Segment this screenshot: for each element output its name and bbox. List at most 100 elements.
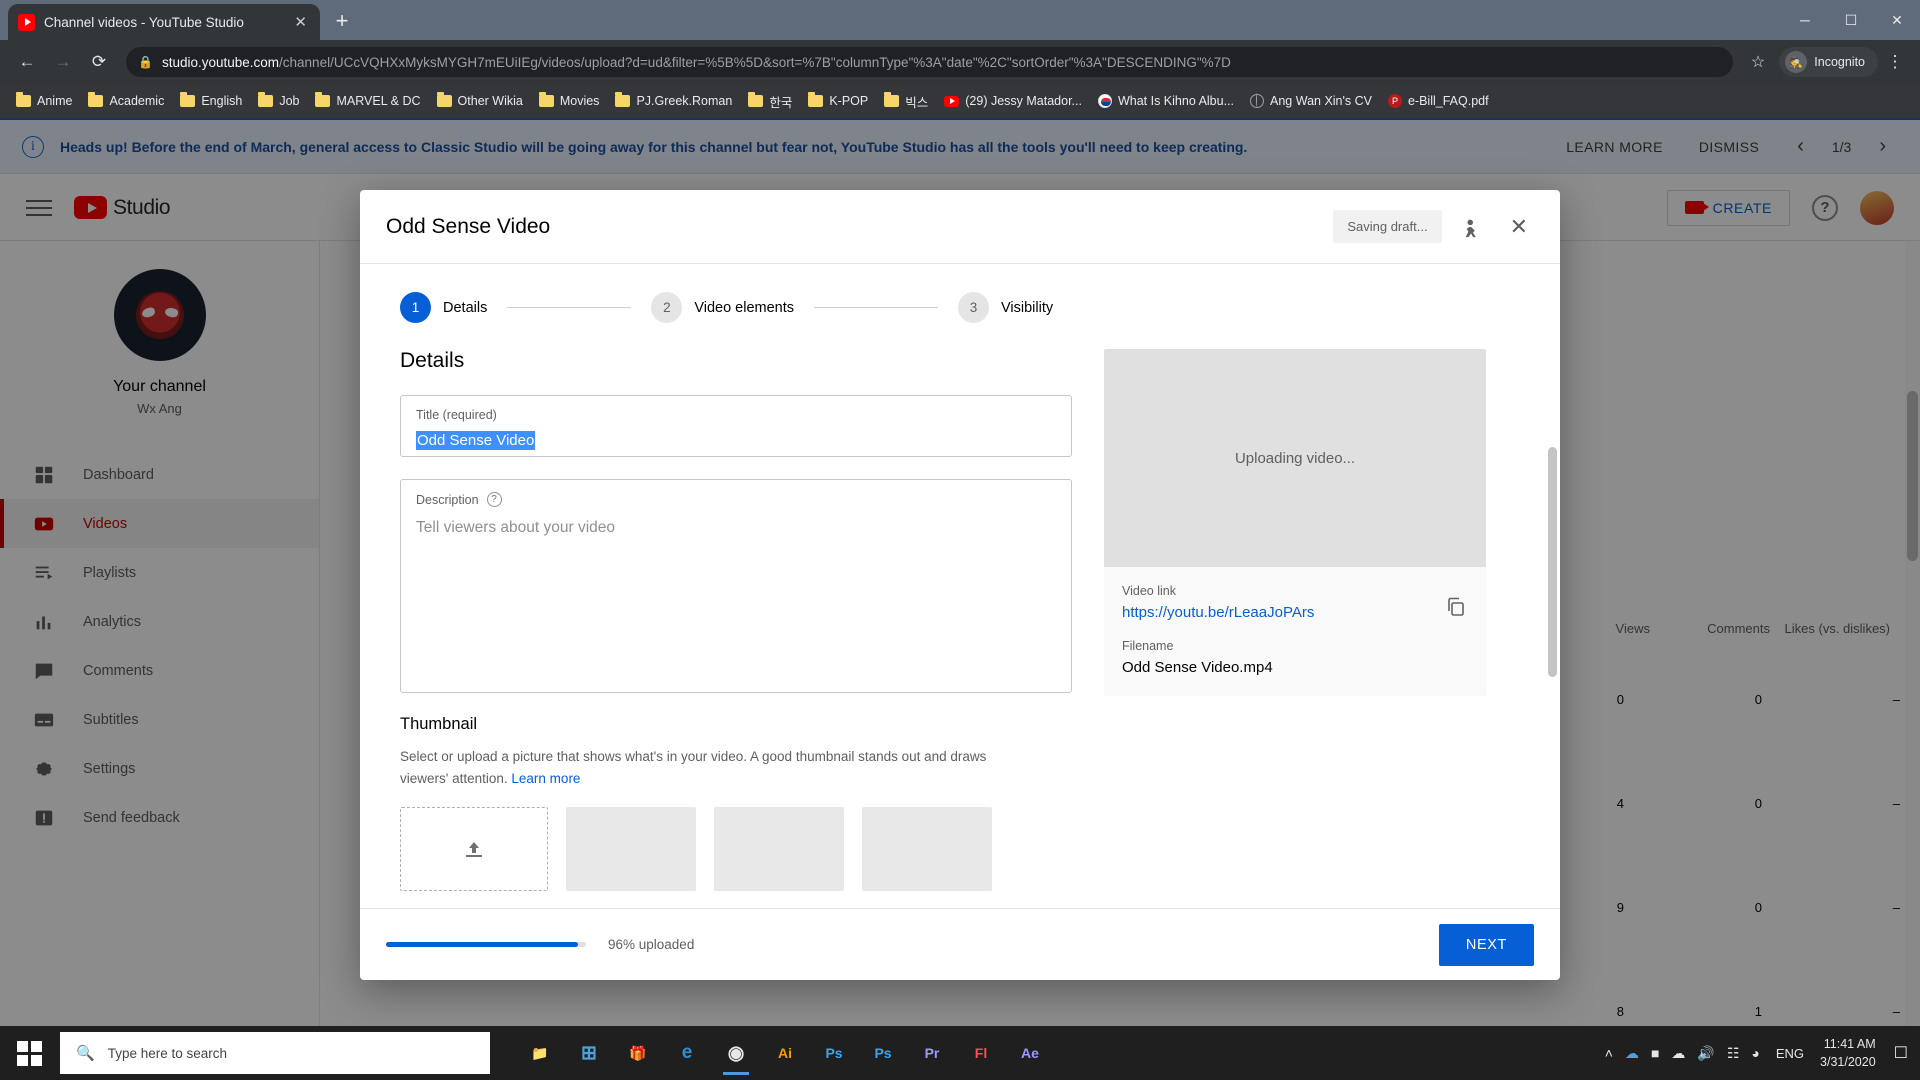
address-bar[interactable]: 🔒 studio.youtube.com/channel/UCcVQHXxMyk… xyxy=(126,47,1733,77)
browser-toolbar: ← → ⟳ 🔒 studio.youtube.com/channel/UCcVQ… xyxy=(0,40,1920,84)
title-input[interactable]: Odd Sense Video xyxy=(416,422,1056,450)
animate-icon[interactable]: Fl xyxy=(959,1030,1003,1076)
browser-menu-icon[interactable]: ⋮ xyxy=(1880,52,1910,72)
dialog-scrollbar-thumb[interactable] xyxy=(1548,447,1557,677)
back-icon[interactable]: ← xyxy=(10,45,44,79)
upload-thumbnail-button[interactable] xyxy=(400,807,548,892)
globe-icon xyxy=(1250,93,1265,108)
wifi-icon[interactable]: ◕ xyxy=(1751,1045,1759,1061)
tab-title: Channel videos - YouTube Studio xyxy=(44,14,244,30)
step-video-elements[interactable]: 2 Video elements xyxy=(651,292,794,323)
progress-label: 96% uploaded xyxy=(608,937,695,952)
thumbnail-learn-more-link[interactable]: Learn more xyxy=(511,771,580,786)
reload-icon[interactable]: ⟳ xyxy=(82,45,116,79)
minimize-icon[interactable]: ─ xyxy=(1782,0,1828,40)
share-person-icon[interactable] xyxy=(1458,212,1488,242)
progress-track xyxy=(386,942,586,947)
title-label: Title (required) xyxy=(416,408,497,422)
onedrive-icon[interactable]: ☁ xyxy=(1625,1045,1639,1062)
thumbnail-suggestion[interactable] xyxy=(862,807,992,892)
browser-tab[interactable]: Channel videos - YouTube Studio ✕ xyxy=(8,4,320,40)
search-placeholder: Type here to search xyxy=(107,1045,228,1061)
close-icon[interactable]: ✕ xyxy=(291,13,310,31)
bookmark-label: What Is Kihno Albu... xyxy=(1117,94,1235,108)
pdf-icon: P xyxy=(1387,94,1402,108)
taskbar-search-input[interactable]: 🔍 Type here to search xyxy=(60,1032,490,1074)
step-connector xyxy=(814,307,939,308)
bookmark-item[interactable]: 빅스 xyxy=(876,88,936,115)
volume-icon[interactable]: 🔊 xyxy=(1697,1045,1714,1062)
video-link[interactable]: https://youtu.be/rLeaaJoPArs xyxy=(1122,604,1468,621)
question-mark-icon[interactable]: ? xyxy=(486,492,502,507)
bookmark-item[interactable]: Anime xyxy=(8,90,80,112)
bookmark-star-icon[interactable]: ☆ xyxy=(1743,52,1773,72)
cloud-icon[interactable]: ☁ xyxy=(1671,1045,1685,1062)
app-glyph: 🎁 xyxy=(629,1044,647,1061)
title-field[interactable]: Title (required) Odd Sense Video xyxy=(400,395,1072,457)
bookmark-item[interactable]: Ang Wan Xin's CV xyxy=(1242,90,1380,112)
next-button[interactable]: NEXT xyxy=(1438,923,1534,966)
screen: Channel videos - YouTube Studio ✕ + ─ ☐ … xyxy=(0,0,1920,1080)
premiere-icon[interactable]: Pr xyxy=(910,1030,954,1076)
bookmark-item[interactable]: Other Wikia xyxy=(429,90,531,112)
bookmark-item[interactable]: 한국 xyxy=(740,88,800,115)
bookmark-label: MARVEL & DC xyxy=(336,94,421,108)
browser-tab-strip: Channel videos - YouTube Studio ✕ + ─ ☐ … xyxy=(0,0,1920,40)
title-value: Odd Sense Video xyxy=(416,431,536,450)
video-preview-card: Uploading video... Video link https://yo… xyxy=(1104,349,1486,696)
illustrator-icon[interactable]: Ai xyxy=(763,1030,807,1076)
bookmark-item[interactable]: Pe-Bill_FAQ.pdf xyxy=(1380,90,1497,112)
description-field[interactable]: Description ? Tell viewers about your vi… xyxy=(400,479,1072,693)
bookmark-item[interactable]: Academic xyxy=(80,90,172,112)
notifications-icon[interactable]: ☐ xyxy=(1888,1043,1908,1063)
edge-icon[interactable]: e xyxy=(665,1030,709,1076)
microsoft-store-icon[interactable]: ⊞ xyxy=(567,1030,611,1076)
thumbnail-suggestion[interactable] xyxy=(566,807,696,892)
chrome-icon[interactable]: ◉ xyxy=(714,1030,758,1076)
after-effects-icon[interactable]: Ae xyxy=(1008,1030,1052,1076)
clock[interactable]: 11:41 AM 3/31/2020 xyxy=(1820,1035,1876,1071)
app-glyph: 📁 xyxy=(531,1044,549,1061)
bookmark-label: Movies xyxy=(559,94,600,108)
close-icon[interactable]: ✕ xyxy=(1504,214,1534,240)
incognito-indicator[interactable]: 🕵 Incognito xyxy=(1779,47,1878,77)
window-close-icon[interactable]: ✕ xyxy=(1874,0,1920,40)
bookmark-item[interactable]: Movies xyxy=(531,90,608,112)
dialog-footer: 96% uploaded NEXT xyxy=(360,908,1560,980)
upload-dialog: Odd Sense Video Saving draft... ✕ 1 Detai… xyxy=(360,190,1560,980)
bookmark-label: Anime xyxy=(37,94,73,108)
new-tab-button[interactable]: + xyxy=(328,8,356,36)
folder-icon xyxy=(88,92,104,107)
bookmark-label: K-POP xyxy=(829,94,869,108)
video-link-label: Video link xyxy=(1122,584,1176,598)
bookmark-item[interactable]: English xyxy=(172,90,250,112)
network-share-icon[interactable]: ☷ xyxy=(1727,1045,1740,1062)
language-indicator[interactable]: ENG xyxy=(1772,1046,1808,1061)
bookmark-item[interactable]: MARVEL & DC xyxy=(307,90,428,112)
copy-icon[interactable] xyxy=(1444,595,1468,624)
file-explorer-icon[interactable]: 📁 xyxy=(518,1030,562,1076)
step-visibility[interactable]: 3 Visibility xyxy=(958,292,1053,323)
step-number: 1 xyxy=(400,292,431,323)
bookmark-item[interactable]: K-POP xyxy=(800,90,876,112)
forward-icon[interactable]: → xyxy=(46,45,80,79)
bookmark-item[interactable]: What Is Kihno Albu... xyxy=(1090,90,1242,112)
filename-label: Filename xyxy=(1122,639,1174,653)
bookmark-item[interactable]: (29) Jessy Matador... xyxy=(936,90,1090,112)
windows-start-icon[interactable] xyxy=(0,1026,58,1080)
gift-icon[interactable]: 🎁 xyxy=(616,1030,660,1076)
description-label: Description ? xyxy=(416,492,1056,507)
app-glyph: Ai xyxy=(778,1045,792,1061)
step-details[interactable]: 1 Details xyxy=(400,292,487,323)
photoshop-icon[interactable]: Ps xyxy=(812,1030,856,1076)
bookmark-label: 한국 xyxy=(769,95,793,110)
thumbnail-suggestion[interactable] xyxy=(714,807,844,892)
bookmark-item[interactable]: Job xyxy=(250,90,307,112)
photoshop-icon-2[interactable]: Ps xyxy=(861,1030,905,1076)
battery-icon[interactable]: ■ xyxy=(1651,1045,1659,1061)
maximize-icon[interactable]: ☐ xyxy=(1828,0,1874,40)
app-glyph: Fl xyxy=(974,1045,988,1061)
bookmark-label: Academic xyxy=(109,94,165,108)
bookmark-item[interactable]: PJ.Greek.Roman xyxy=(607,90,740,112)
chevron-up-icon[interactable]: ˄ xyxy=(1605,1045,1613,1061)
